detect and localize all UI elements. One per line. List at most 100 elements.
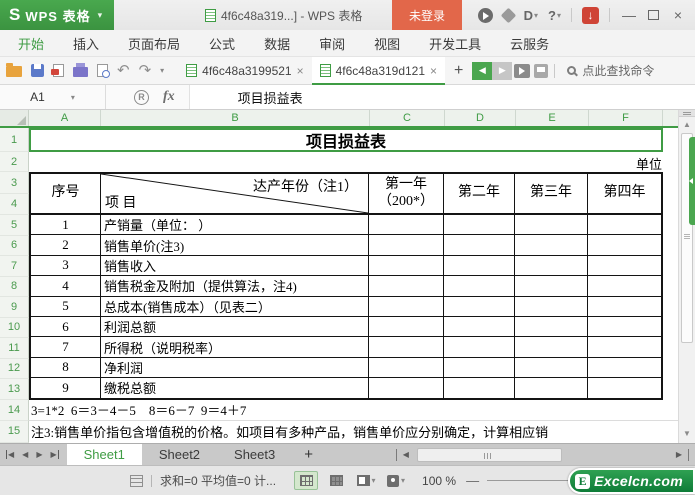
tab-page-layout[interactable]: 页面布局	[128, 34, 180, 53]
value-cell[interactable]	[588, 337, 661, 356]
tab-scroll-left-button[interactable]: ◀	[472, 61, 493, 80]
value-cell[interactable]	[515, 296, 588, 316]
tab-cloud[interactable]: 云服务	[510, 34, 549, 53]
value-cell[interactable]	[369, 337, 444, 357]
value-cell[interactable]	[588, 276, 661, 295]
horizontal-scrollbar[interactable]: ◀ ▶	[395, 444, 695, 465]
serial-header-cell[interactable]: 序号	[31, 174, 101, 213]
export-pdf-icon[interactable]	[51, 64, 64, 77]
value-cell[interactable]	[588, 235, 661, 254]
formula-input[interactable]: 项目损益表	[188, 85, 695, 109]
value-cell[interactable]	[444, 357, 515, 378]
login-button[interactable]: 未登录	[392, 0, 462, 30]
value-cell[interactable]	[444, 255, 515, 276]
tab-insert[interactable]: 插入	[73, 34, 99, 53]
item-no-cell[interactable]: 6	[31, 316, 101, 337]
tab-view[interactable]: 视图	[374, 34, 400, 53]
value-cell[interactable]	[369, 235, 444, 255]
reading-mode-button[interactable]: ▾	[384, 471, 408, 490]
value-cell[interactable]	[588, 378, 661, 397]
value-cell[interactable]	[369, 357, 444, 378]
row-2[interactable]: 单位	[29, 152, 678, 172]
excelcn-watermark[interactable]: E Excelcn.com	[568, 468, 695, 494]
value-cell[interactable]	[588, 317, 661, 336]
value-cell[interactable]	[369, 276, 444, 296]
save-icon[interactable]	[31, 64, 44, 77]
year2-header-cell[interactable]: 第二年	[444, 174, 515, 213]
name-box[interactable]: A1 ▾	[0, 85, 105, 109]
row-14-formula-note[interactable]: 3=1*2 6＝3－4－5 8＝6－7 9＝4＋7	[29, 400, 678, 421]
item-no-cell[interactable]: 2	[31, 235, 101, 255]
diagonal-header-cell[interactable]: 达产年份（注1） 项 目	[101, 174, 369, 213]
sheet-title-cell[interactable]: 项目损益表	[29, 128, 663, 152]
close-tab-icon[interactable]: ×	[297, 64, 304, 78]
tab-developer[interactable]: 开发工具	[429, 34, 481, 53]
tab-scroll-right-button[interactable]: ▶	[492, 61, 513, 80]
column-header-f[interactable]: F	[589, 110, 663, 126]
play-window-icon[interactable]	[514, 63, 531, 78]
row-header-5[interactable]: 5	[0, 215, 29, 236]
doc-tab-1[interactable]: 4f6c48a3199521 ×	[178, 57, 311, 85]
sheet-tab-sheet2[interactable]: Sheet2	[142, 444, 217, 465]
value-cell[interactable]	[369, 378, 444, 398]
item-name-cell[interactable]: 销售单价(注3)	[101, 235, 369, 255]
value-cell[interactable]	[515, 337, 588, 357]
value-cell[interactable]	[588, 297, 661, 316]
item-no-cell[interactable]: 5	[31, 296, 101, 316]
year3-header-cell[interactable]: 第三年	[515, 174, 588, 213]
value-cell[interactable]	[588, 256, 661, 275]
value-cell[interactable]	[369, 316, 444, 337]
item-no-cell[interactable]: 3	[31, 255, 101, 276]
value-cell[interactable]	[588, 358, 661, 377]
zoom-out-button[interactable]: —	[466, 473, 479, 488]
maximize-button[interactable]	[648, 10, 659, 20]
side-panel-tab[interactable]	[689, 137, 695, 225]
redo-icon[interactable]: ↷	[139, 63, 152, 78]
item-no-cell[interactable]: 8	[31, 357, 101, 378]
value-cell[interactable]	[515, 357, 588, 378]
page-layout-view-button[interactable]: ▾	[354, 471, 378, 490]
print-icon[interactable]	[73, 63, 88, 77]
prev-sheet-button[interactable]: ◀	[22, 450, 28, 459]
item-name-cell[interactable]: 缴税总额	[101, 378, 369, 398]
page-break-view-button[interactable]	[324, 471, 348, 490]
value-cell[interactable]	[444, 296, 515, 316]
last-sheet-button[interactable]: ▶	[50, 450, 59, 459]
item-name-cell[interactable]: 净利润	[101, 357, 369, 378]
value-cell[interactable]	[369, 255, 444, 276]
print-preview-icon[interactable]	[97, 64, 110, 78]
scroll-right-button[interactable]: ▶	[676, 450, 682, 459]
column-header-d[interactable]: D	[445, 110, 516, 126]
scroll-up-button[interactable]: ▲	[679, 117, 695, 131]
tab-home[interactable]: 开始	[18, 34, 44, 53]
item-name-cell[interactable]: 销售收入	[101, 255, 369, 276]
sheet-tab-sheet1[interactable]: Sheet1	[66, 444, 142, 465]
row-header-9[interactable]: 9	[0, 297, 29, 318]
row-header-15[interactable]: 15	[0, 420, 29, 443]
tab-formulas[interactable]: 公式	[209, 34, 235, 53]
horizontal-scroll-thumb[interactable]	[416, 447, 562, 462]
add-sheet-button[interactable]: +	[292, 444, 325, 465]
value-cell[interactable]	[444, 215, 515, 235]
new-tab-button[interactable]: +	[445, 62, 472, 80]
value-cell[interactable]	[515, 316, 588, 337]
value-cell[interactable]	[444, 378, 515, 398]
toolbar-caret-down-icon[interactable]: ▾	[160, 66, 164, 75]
value-cell[interactable]	[515, 235, 588, 255]
close-tab-icon[interactable]: ×	[430, 64, 437, 78]
row-header-4[interactable]: 4	[0, 194, 29, 215]
row-header-12[interactable]: 12	[0, 358, 29, 379]
download-icon[interactable]: ↓	[582, 6, 599, 24]
app-menu-button[interactable]: S WPS 表格 ▾	[0, 0, 114, 30]
item-name-cell[interactable]: 所得税（说明税率）	[101, 337, 369, 357]
value-cell[interactable]	[515, 378, 588, 398]
year1-header-cell[interactable]: 第一年 （200*）	[369, 174, 444, 213]
close-button[interactable]: ×	[669, 7, 687, 23]
sheet-tab-sheet3[interactable]: Sheet3	[217, 444, 292, 465]
value-cell[interactable]	[515, 276, 588, 296]
tab-review[interactable]: 审阅	[319, 34, 345, 53]
item-no-cell[interactable]: 4	[31, 276, 101, 296]
item-no-cell[interactable]: 9	[31, 378, 101, 398]
caret-down-icon[interactable]: ▾	[71, 93, 75, 102]
next-sheet-button[interactable]: ▶	[36, 450, 42, 459]
